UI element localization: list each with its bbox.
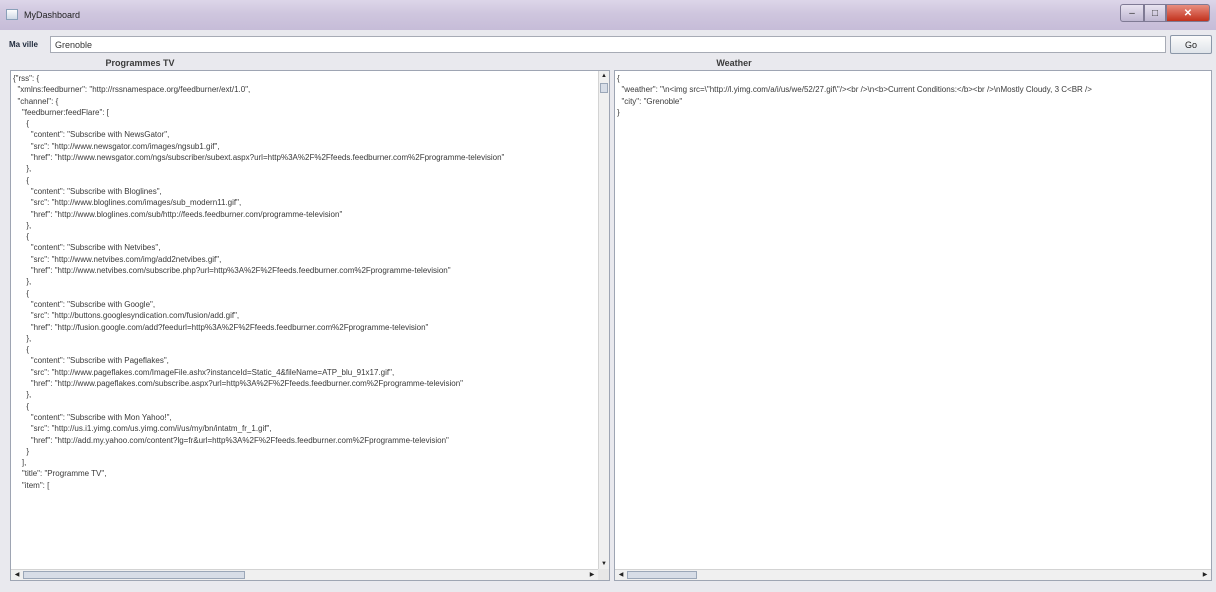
weather-json-line: "city": "Grenoble" bbox=[617, 96, 683, 106]
tv-json-line: }, bbox=[13, 333, 32, 343]
tv-json-line: "src": "http://www.netvibes.com/img/add2… bbox=[13, 254, 222, 264]
city-label: Ma ville bbox=[9, 40, 38, 49]
go-button[interactable]: Go bbox=[1170, 35, 1212, 54]
app-icon bbox=[6, 9, 18, 20]
tv-json-line: "title": "Programme TV", bbox=[13, 469, 107, 479]
tv-json-line: "src": "http://us.i1.yimg.com/us.yimg.co… bbox=[13, 424, 272, 434]
tv-json-line: "href": "http://www.bloglines.com/sub/ht… bbox=[13, 209, 343, 219]
tv-json-line: ], bbox=[13, 458, 27, 468]
tv-json-line: { bbox=[13, 345, 30, 355]
scroll-left-arrow-icon[interactable]: ◀ bbox=[616, 570, 626, 580]
maximize-button[interactable]: □ bbox=[1144, 4, 1166, 22]
tv-json-line: "channel": { bbox=[13, 96, 59, 106]
tv-json-line: "content": "Subscribe with Netvibes", bbox=[13, 243, 161, 253]
tv-json-line: "href": "http://www.newsgator.com/ngs/su… bbox=[13, 153, 505, 163]
tv-json-line: { bbox=[13, 401, 30, 411]
window-title: MyDashboard bbox=[24, 10, 81, 20]
scroll-right-arrow-icon[interactable]: ▶ bbox=[1200, 570, 1210, 580]
tv-json-line: "href": "http://www.netvibes.com/subscri… bbox=[13, 266, 451, 276]
tv-json-line: "href": "http://www.pageflakes.com/subsc… bbox=[13, 379, 464, 389]
tv-json-line: "src": "http://buttons.googlesyndication… bbox=[13, 311, 240, 321]
tv-json-line: { bbox=[13, 175, 30, 185]
tv-json-textarea[interactable]: {"rss": { "xmlns:feedburner": "http://rs… bbox=[10, 70, 610, 581]
tv-panel-header: Programmes TV bbox=[105, 58, 175, 68]
tv-json-line: { bbox=[13, 232, 30, 242]
tv-json-line: "content": "Subscribe with Pageflakes", bbox=[13, 356, 169, 366]
weather-json-line: } bbox=[617, 107, 620, 117]
tv-json-line: }, bbox=[13, 220, 32, 230]
tv-json-line: "item": [ bbox=[13, 480, 50, 490]
scroll-down-arrow-icon[interactable]: ▼ bbox=[599, 559, 609, 569]
tv-json-line: "src": "http://www.newsgator.com/images/… bbox=[13, 141, 220, 151]
tv-json-line: "content": "Subscribe with Bloglines", bbox=[13, 186, 162, 196]
scroll-left-arrow-icon[interactable]: ◀ bbox=[12, 570, 22, 580]
city-input[interactable] bbox=[50, 36, 1166, 53]
tv-horizontal-scroll-thumb[interactable] bbox=[23, 571, 245, 579]
tv-json-line: "href": "http://add.my.yahoo.com/content… bbox=[13, 435, 449, 445]
weather-horizontal-scrollbar[interactable]: ◀ ▶ bbox=[615, 569, 1211, 580]
scroll-corner bbox=[598, 569, 609, 580]
tv-json-content[interactable]: {"rss": { "xmlns:feedburner": "http://rs… bbox=[13, 73, 597, 568]
tv-json-line: }, bbox=[13, 164, 32, 174]
tv-json-line: "content": "Subscribe with Google", bbox=[13, 299, 156, 309]
tv-json-line: }, bbox=[13, 277, 32, 287]
close-button[interactable]: ✕ bbox=[1166, 4, 1210, 22]
tv-vertical-scrollbar[interactable]: ▲ ▼ bbox=[598, 71, 609, 569]
tv-json-line: {"rss": { bbox=[13, 74, 40, 83]
weather-panel-header: Weather bbox=[716, 58, 752, 68]
window-titlebar[interactable]: MyDashboard – □ ✕ bbox=[0, 0, 1216, 30]
weather-horizontal-scroll-thumb[interactable] bbox=[627, 571, 697, 579]
tv-vertical-scroll-thumb[interactable] bbox=[600, 83, 608, 93]
tv-json-line: }, bbox=[13, 390, 32, 400]
scroll-right-arrow-icon[interactable]: ▶ bbox=[587, 570, 597, 580]
scroll-up-arrow-icon[interactable]: ▲ bbox=[599, 71, 609, 81]
city-row: Ma ville Go bbox=[0, 33, 1216, 55]
tv-horizontal-scrollbar[interactable]: ◀ ▶ bbox=[11, 569, 598, 580]
tv-json-line: "feedburner:feedFlare": [ bbox=[13, 107, 109, 117]
tv-json-line: "xmlns:feedburner": "http://rssnamespace… bbox=[13, 85, 251, 95]
weather-json-content[interactable]: { "weather": "\n<img src=\"http://l.yimg… bbox=[617, 73, 1209, 568]
tv-json-line: "src": "http://www.bloglines.com/images/… bbox=[13, 198, 242, 208]
tv-json-line: { bbox=[13, 119, 30, 129]
tv-json-line: } bbox=[13, 446, 30, 456]
weather-json-line: { bbox=[617, 74, 620, 83]
tv-json-line: "content": "Subscribe with NewsGator", bbox=[13, 130, 170, 140]
tv-json-line: { bbox=[13, 288, 30, 298]
tv-json-line: "src": "http://www.pageflakes.com/ImageF… bbox=[13, 367, 395, 377]
minimize-button[interactable]: – bbox=[1120, 4, 1144, 22]
tv-json-line: "href": "http://fusion.google.com/add?fe… bbox=[13, 322, 429, 332]
weather-json-textarea[interactable]: { "weather": "\n<img src=\"http://l.yimg… bbox=[614, 70, 1212, 581]
tv-json-line: "content": "Subscribe with Mon Yahoo!", bbox=[13, 412, 172, 422]
weather-json-line: "weather": "\n<img src=\"http://l.yimg.c… bbox=[617, 85, 1092, 95]
